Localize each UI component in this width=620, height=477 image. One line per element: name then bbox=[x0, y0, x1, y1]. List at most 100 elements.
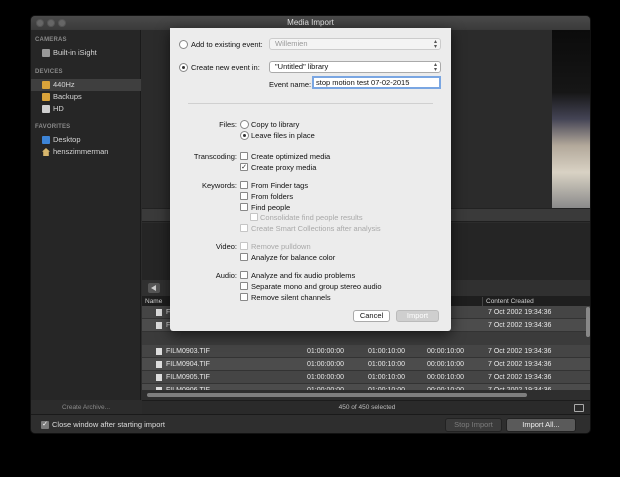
audio-label: Audio: bbox=[215, 271, 237, 280]
start-timecode: 01:00:00:00 bbox=[307, 361, 344, 368]
horizontal-scroll-track bbox=[142, 390, 590, 400]
sidebar-item-built-in-isight[interactable]: Built-in iSight bbox=[31, 47, 141, 59]
from-finder-tags-checkbox[interactable] bbox=[240, 181, 248, 189]
close-window-button[interactable] bbox=[36, 19, 44, 27]
sidebar-item-label: Desktop bbox=[53, 135, 81, 144]
analyze-audio-label: Analyze and fix audio problems bbox=[251, 271, 356, 280]
library-popup[interactable]: "Untitled" library ▴ ▾ bbox=[269, 61, 441, 73]
find-people-label: Find people bbox=[251, 203, 291, 212]
sidebar-item-backups[interactable]: Backups bbox=[31, 91, 141, 103]
sidebar-item-label: Backups bbox=[53, 92, 82, 101]
drive-icon bbox=[42, 93, 50, 101]
favorites-heading: FAVORITES bbox=[35, 124, 71, 130]
content-created: 7 Oct 2002 19:34:36 bbox=[488, 309, 552, 316]
duration: 00:00:10:00 bbox=[427, 348, 464, 355]
end-timecode: 01:00:10:00 bbox=[368, 374, 405, 381]
camera-icon bbox=[42, 49, 50, 57]
add-existing-event-label: Add to existing event: bbox=[191, 40, 263, 49]
create-optimized-media-label: Create optimized media bbox=[251, 152, 331, 161]
back-button[interactable] bbox=[148, 283, 160, 293]
content-created: 7 Oct 2002 19:34:36 bbox=[488, 322, 552, 329]
create-proxy-media-label: Create proxy media bbox=[251, 163, 317, 172]
sidebar-item-label: HD bbox=[53, 104, 64, 113]
separate-mono-checkbox[interactable] bbox=[240, 282, 248, 290]
column-header-content-created[interactable]: Content Created bbox=[482, 297, 590, 306]
from-folders-label: From folders bbox=[251, 192, 294, 201]
minimize-window-button[interactable] bbox=[47, 19, 55, 27]
bottom-bar: ✓ Close window after starting import Sto… bbox=[31, 414, 590, 433]
horizontal-scrollbar[interactable] bbox=[147, 393, 527, 397]
cancel-button[interactable]: Cancel bbox=[353, 310, 390, 322]
sidebar: CAMERAS Built-in iSight DEVICES 440Hz Ba… bbox=[31, 30, 141, 400]
file-icon bbox=[156, 374, 162, 381]
file-icon bbox=[156, 309, 162, 316]
files-label: Files: bbox=[219, 120, 237, 129]
analyze-balance-color-checkbox[interactable] bbox=[240, 253, 248, 261]
content-created: 7 Oct 2002 19:34:36 bbox=[488, 374, 552, 381]
sidebar-item-hd[interactable]: HD bbox=[31, 103, 141, 115]
existing-event-value: Willemien bbox=[275, 39, 308, 48]
sidebar-item-henszimmerman[interactable]: henszimmerman bbox=[31, 146, 141, 158]
sidebar-item-desktop[interactable]: Desktop bbox=[31, 134, 141, 146]
create-new-event-label: Create new event in: bbox=[191, 63, 260, 72]
existing-event-popup[interactable]: Willemien ▴ ▾ bbox=[269, 38, 441, 50]
import-all-button[interactable]: Import All... bbox=[506, 418, 576, 432]
library-value: "Untitled" library bbox=[275, 62, 329, 71]
remove-pulldown-checkbox bbox=[240, 242, 248, 250]
leave-files-in-place-radio[interactable] bbox=[240, 131, 249, 140]
remove-silent-label: Remove silent channels bbox=[251, 293, 331, 302]
video-label: Video: bbox=[215, 242, 237, 251]
end-timecode: 01:00:10:00 bbox=[368, 361, 405, 368]
close-after-import-label: Close window after starting import bbox=[52, 420, 165, 429]
view-toggle-icon[interactable] bbox=[574, 404, 584, 412]
end-timecode: 01:00:10:00 bbox=[368, 348, 405, 355]
duration: 00:00:10:00 bbox=[427, 374, 464, 381]
from-folders-checkbox[interactable] bbox=[240, 192, 248, 200]
cameras-heading: CAMERAS bbox=[35, 37, 67, 43]
zoom-window-button[interactable] bbox=[58, 19, 66, 27]
file-icon bbox=[156, 322, 162, 329]
close-after-import-checkbox[interactable]: ✓ bbox=[41, 421, 49, 429]
event-name-value: stop motion test 07-02-2015 bbox=[316, 78, 410, 87]
vertical-scrollbar[interactable] bbox=[586, 307, 590, 337]
preview-image bbox=[552, 30, 590, 208]
sidebar-item-label: henszimmerman bbox=[53, 147, 109, 156]
copy-to-library-radio[interactable] bbox=[240, 120, 249, 129]
start-timecode: 01:00:00:00 bbox=[307, 374, 344, 381]
table-row[interactable]: FILM0905.TIF 01:00:00:00 01:00:10:00 00:… bbox=[142, 371, 590, 384]
table-row[interactable]: FILM0904.TIF 01:00:00:00 01:00:10:00 00:… bbox=[142, 358, 590, 371]
create-archive-button[interactable]: Create Archive... bbox=[31, 401, 141, 414]
find-people-checkbox[interactable] bbox=[240, 203, 248, 211]
file-name: FILM0904.TIF bbox=[166, 361, 210, 368]
start-timecode: 01:00:00:00 bbox=[307, 348, 344, 355]
create-optimized-media-checkbox[interactable] bbox=[240, 152, 248, 160]
hard-disk-icon bbox=[42, 105, 50, 113]
selection-count: 450 of 450 selected bbox=[338, 404, 396, 411]
stop-import-button[interactable]: Stop Import bbox=[445, 418, 502, 432]
event-name-field[interactable]: stop motion test 07-02-2015 bbox=[312, 76, 441, 89]
table-row[interactable]: FILM0903.TIF 01:00:00:00 01:00:10:00 00:… bbox=[142, 345, 590, 358]
file-icon bbox=[156, 361, 162, 368]
chevron-up-down-icon: ▴ ▾ bbox=[433, 39, 437, 50]
home-icon bbox=[42, 148, 50, 156]
event-name-label: Event name: bbox=[269, 80, 312, 89]
leave-files-in-place-label: Leave files in place bbox=[251, 131, 315, 140]
sidebar-item-440hz[interactable]: 440Hz bbox=[31, 79, 141, 91]
create-proxy-media-checkbox[interactable]: ✓ bbox=[240, 163, 248, 171]
file-name: FILM0905.TIF bbox=[166, 374, 210, 381]
analyze-audio-checkbox[interactable] bbox=[240, 271, 248, 279]
sidebar-item-label: Built-in iSight bbox=[53, 48, 97, 57]
import-button[interactable]: Import bbox=[396, 310, 439, 322]
status-bar: 450 of 450 selected bbox=[142, 400, 590, 414]
transcoding-label: Transcoding: bbox=[193, 152, 237, 161]
duration: 00:00:10:00 bbox=[427, 361, 464, 368]
divider bbox=[188, 103, 433, 104]
consolidate-people-checkbox bbox=[250, 213, 258, 221]
remove-silent-checkbox[interactable] bbox=[240, 293, 248, 301]
add-existing-event-radio[interactable] bbox=[179, 40, 188, 49]
copy-to-library-label: Copy to library bbox=[251, 120, 300, 129]
consolidate-people-label: Consolidate find people results bbox=[260, 213, 363, 222]
window-controls bbox=[36, 19, 66, 27]
create-new-event-radio[interactable] bbox=[179, 63, 188, 72]
file-icon bbox=[156, 348, 162, 355]
